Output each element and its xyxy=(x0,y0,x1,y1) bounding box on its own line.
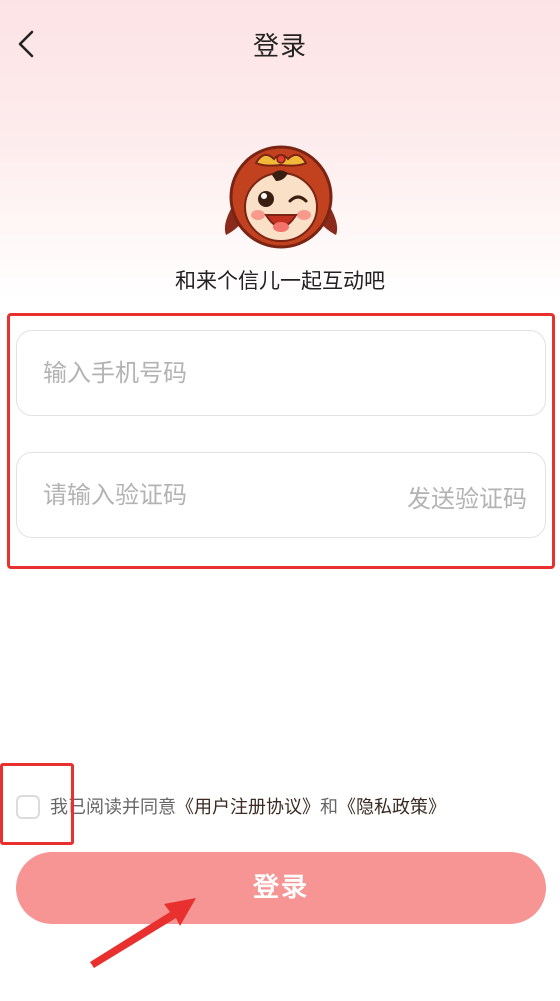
header-bar: 登录 xyxy=(0,0,560,86)
agreement-text: 我已阅读并同意《用户注册协议》和《隐私政策》 xyxy=(50,795,446,821)
login-button[interactable]: 登录 xyxy=(16,852,546,924)
verification-code-input[interactable] xyxy=(43,453,363,537)
agreement-checkbox[interactable] xyxy=(16,795,40,819)
mascot-avatar xyxy=(218,145,344,253)
tagline: 和来个信儿一起互动吧 xyxy=(175,269,385,293)
privacy-policy-link[interactable]: 《隐私政策》 xyxy=(338,797,446,818)
code-field: 发送验证码 xyxy=(16,452,546,538)
phone-input[interactable] xyxy=(43,331,523,415)
agreement-prefix: 我已阅读并同意 xyxy=(50,797,176,818)
send-code-button[interactable]: 发送验证码 xyxy=(407,479,527,514)
phone-field xyxy=(16,330,546,416)
agreement-and: 和 xyxy=(320,797,338,818)
user-agreement-link[interactable]: 《用户注册协议》 xyxy=(176,797,320,818)
page-title: 登录 xyxy=(252,32,307,62)
